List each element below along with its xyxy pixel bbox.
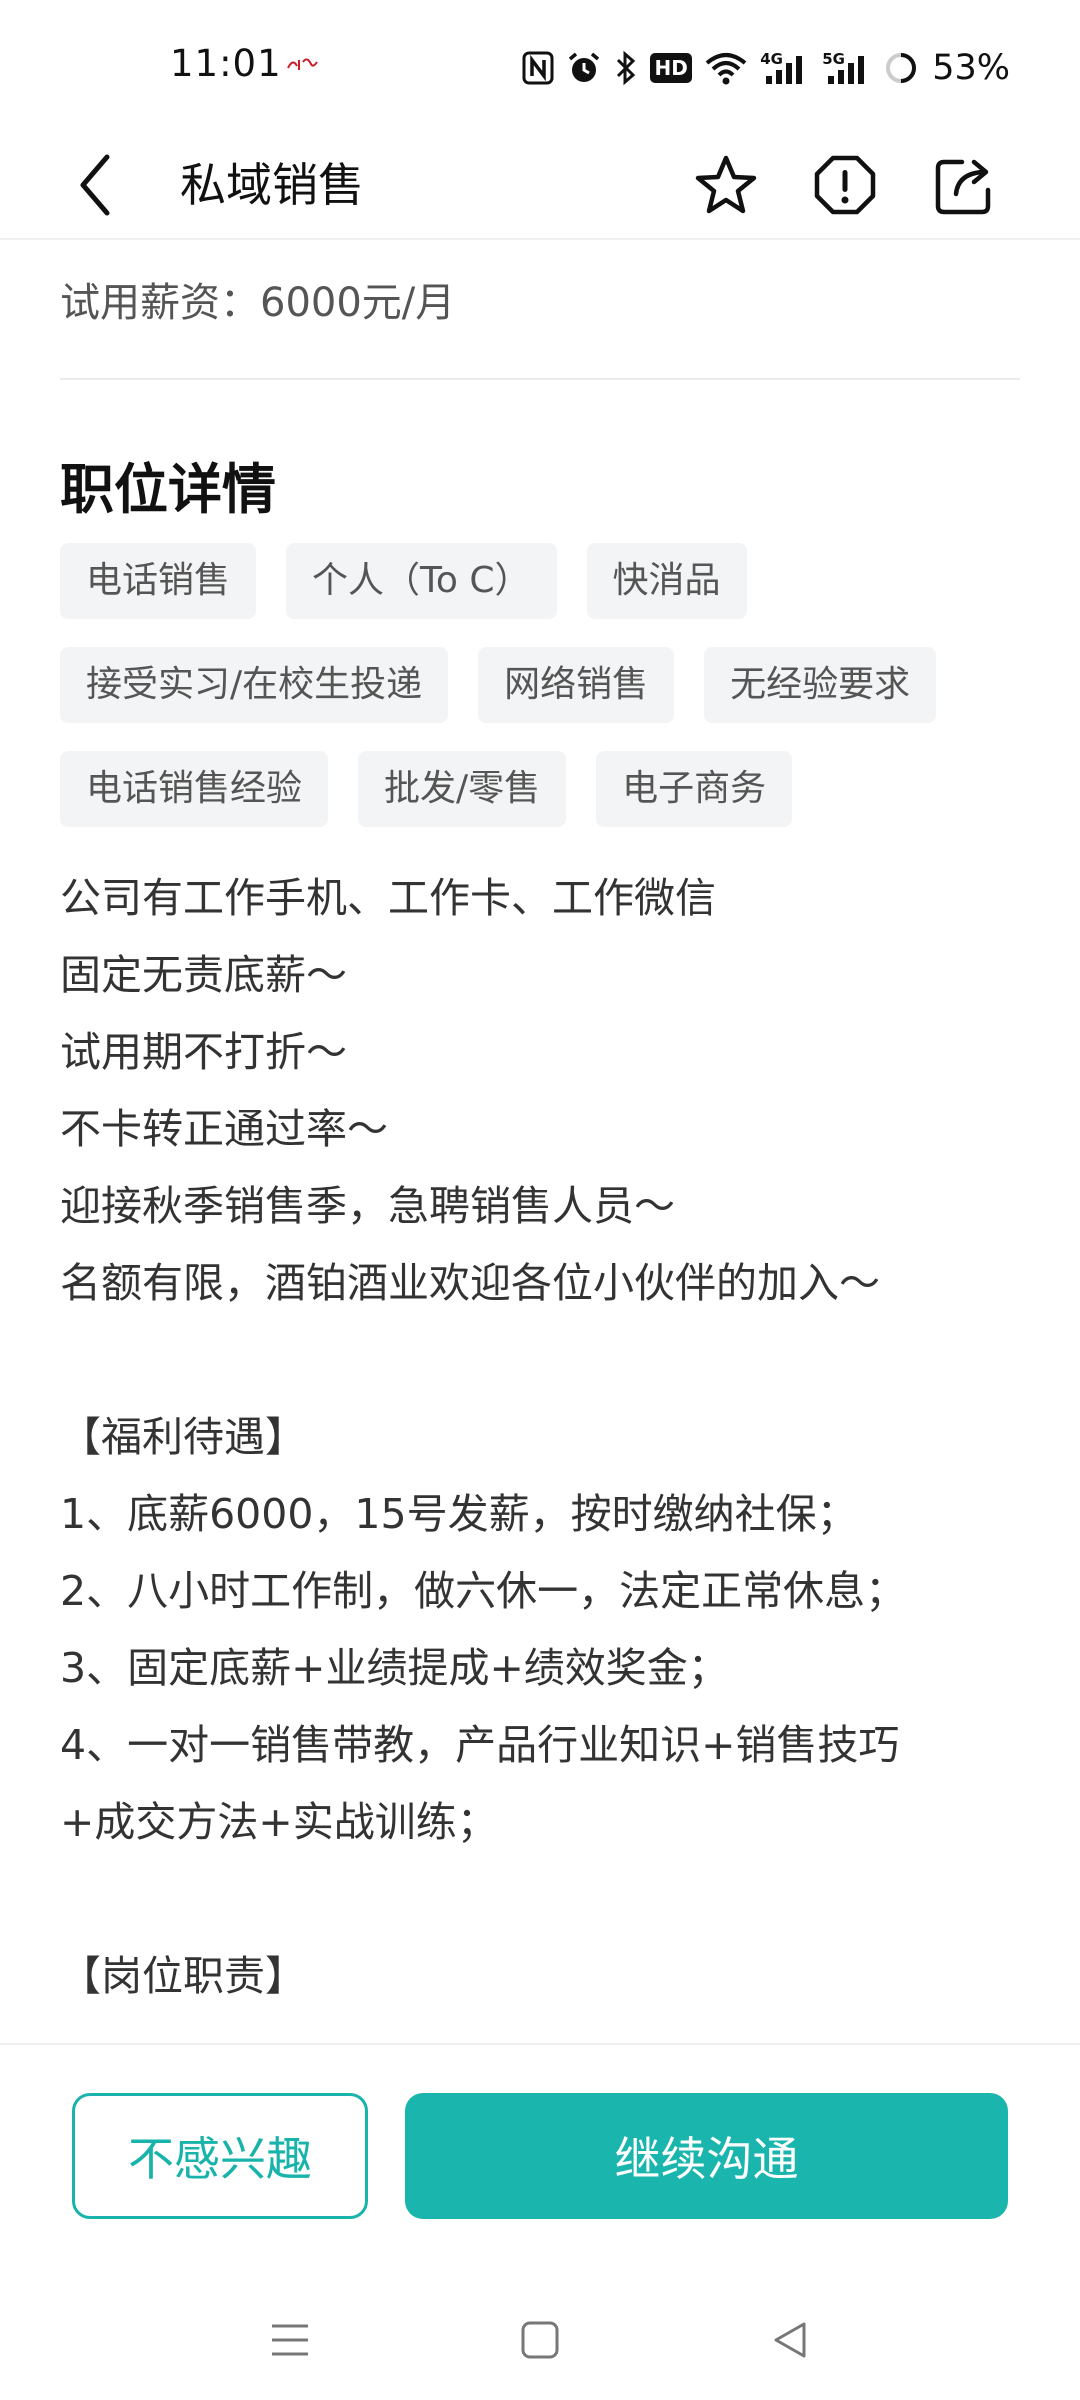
section-divider [60, 378, 1020, 380]
description-line: 1、底薪6000，15号发薪，按时缴纳社保； [60, 1490, 858, 1538]
home-icon [521, 2321, 559, 2359]
status-icons: HD 4G 5G 53% [522, 46, 1010, 90]
home-button[interactable] [490, 2280, 590, 2400]
description-line: 3、固定底薪+业绩提成+绩效奖金； [60, 1644, 729, 1692]
job-tag: 接受实习/在校生投递 [60, 647, 449, 723]
status-bar: 11:01 HD 4G 5G 53% [0, 0, 1080, 130]
description-line: 公司有工作手机、工作卡、工作微信 [60, 874, 716, 922]
signal-4g-icon: 4G [760, 50, 810, 86]
job-detail-screen: 11:01 HD 4G 5G 53% 私域销售 试用薪资：6000元/月 职位详… [0, 0, 1080, 2400]
description-line [60, 1322, 1020, 1399]
report-icon [814, 155, 876, 215]
report-button[interactable] [805, 130, 885, 240]
share-button[interactable] [924, 130, 1004, 240]
wifi-icon [705, 53, 747, 85]
menu-icon [272, 2324, 308, 2356]
system-nav-bar [0, 2280, 1080, 2400]
job-description: 公司有工作手机、工作卡、工作微信 固定无责底薪～ 试用期不打折～ 不卡转正通过率… [60, 860, 1020, 2015]
back-triangle-icon [774, 2322, 806, 2358]
nfc-icon [522, 51, 554, 85]
description-line: 4、一对一销售带教，产品行业知识+销售技巧 [60, 1721, 900, 1769]
job-tag: 批发/零售 [358, 751, 567, 827]
description-line: 2、八小时工作制，做六休一，法定正常休息； [60, 1567, 907, 1615]
continue-chat-button[interactable]: 继续沟通 [405, 2093, 1008, 2219]
description-line: 固定无责底薪～ [60, 951, 347, 999]
job-tags: 电话销售 个人（To C） 快消品 接受实习/在校生投递 网络销售 无经验要求 … [60, 543, 1020, 855]
bottom-action-bar: 不感兴趣 继续沟通 [0, 2045, 1080, 2225]
battery-icon [886, 53, 917, 83]
page-title: 私域销售 [180, 158, 364, 212]
description-line: +成交方法+实战训练； [60, 1798, 498, 1846]
job-tag: 电子商务 [596, 751, 793, 827]
description-line: 迎接秋季销售季，急聘销售人员～ [60, 1182, 675, 1230]
back-button[interactable] [60, 130, 130, 240]
not-interested-button[interactable]: 不感兴趣 [72, 2093, 368, 2219]
description-line: 不卡转正通过率～ [60, 1105, 388, 1153]
description-line: 【岗位职责】 [60, 1952, 306, 2000]
battery-percent: 53% [932, 48, 1010, 88]
bluetooth-icon [617, 50, 636, 86]
recent-apps-button[interactable] [240, 2280, 340, 2400]
status-time: 11:01 [170, 42, 282, 85]
job-tag: 无经验要求 [704, 647, 937, 723]
job-tag: 个人（To C） [286, 543, 557, 619]
hd-voice-icon: HD [650, 53, 693, 83]
tag-row: 接受实习/在校生投递 网络销售 无经验要求 [60, 647, 1020, 723]
star-icon [695, 155, 757, 214]
back-nav-button[interactable] [740, 2280, 840, 2400]
chevron-left-icon [80, 154, 110, 216]
alarm-icon [569, 52, 600, 82]
job-tag: 网络销售 [478, 647, 675, 723]
share-icon [935, 159, 991, 215]
description-line [60, 1861, 1020, 1938]
job-tag: 快消品 [586, 543, 747, 619]
description-line: 试用期不打折～ [60, 1028, 347, 1076]
job-tag: 电话销售经验 [60, 751, 329, 827]
description-line: 【福利待遇】 [60, 1413, 306, 1461]
trial-salary: 试用薪资：6000元/月 [60, 280, 456, 326]
section-title: 职位详情 [60, 458, 276, 521]
tag-row: 电话销售 个人（To C） 快消品 [60, 543, 1020, 619]
description-line: 名额有限，酒铂酒业欢迎各位小伙伴的加入～ [60, 1259, 880, 1307]
job-tag: 电话销售 [60, 543, 257, 619]
job-content[interactable]: 试用薪资：6000元/月 职位详情 电话销售 个人（To C） 快消品 接受实习… [0, 240, 1080, 2040]
favorite-button[interactable] [686, 130, 766, 240]
signal-5g-icon: 5G [822, 50, 872, 86]
people-daily-logo-icon [287, 58, 318, 70]
tag-row: 电话销售经验 批发/零售 电子商务 [60, 751, 1020, 827]
app-bar: 私域销售 [0, 130, 1080, 240]
